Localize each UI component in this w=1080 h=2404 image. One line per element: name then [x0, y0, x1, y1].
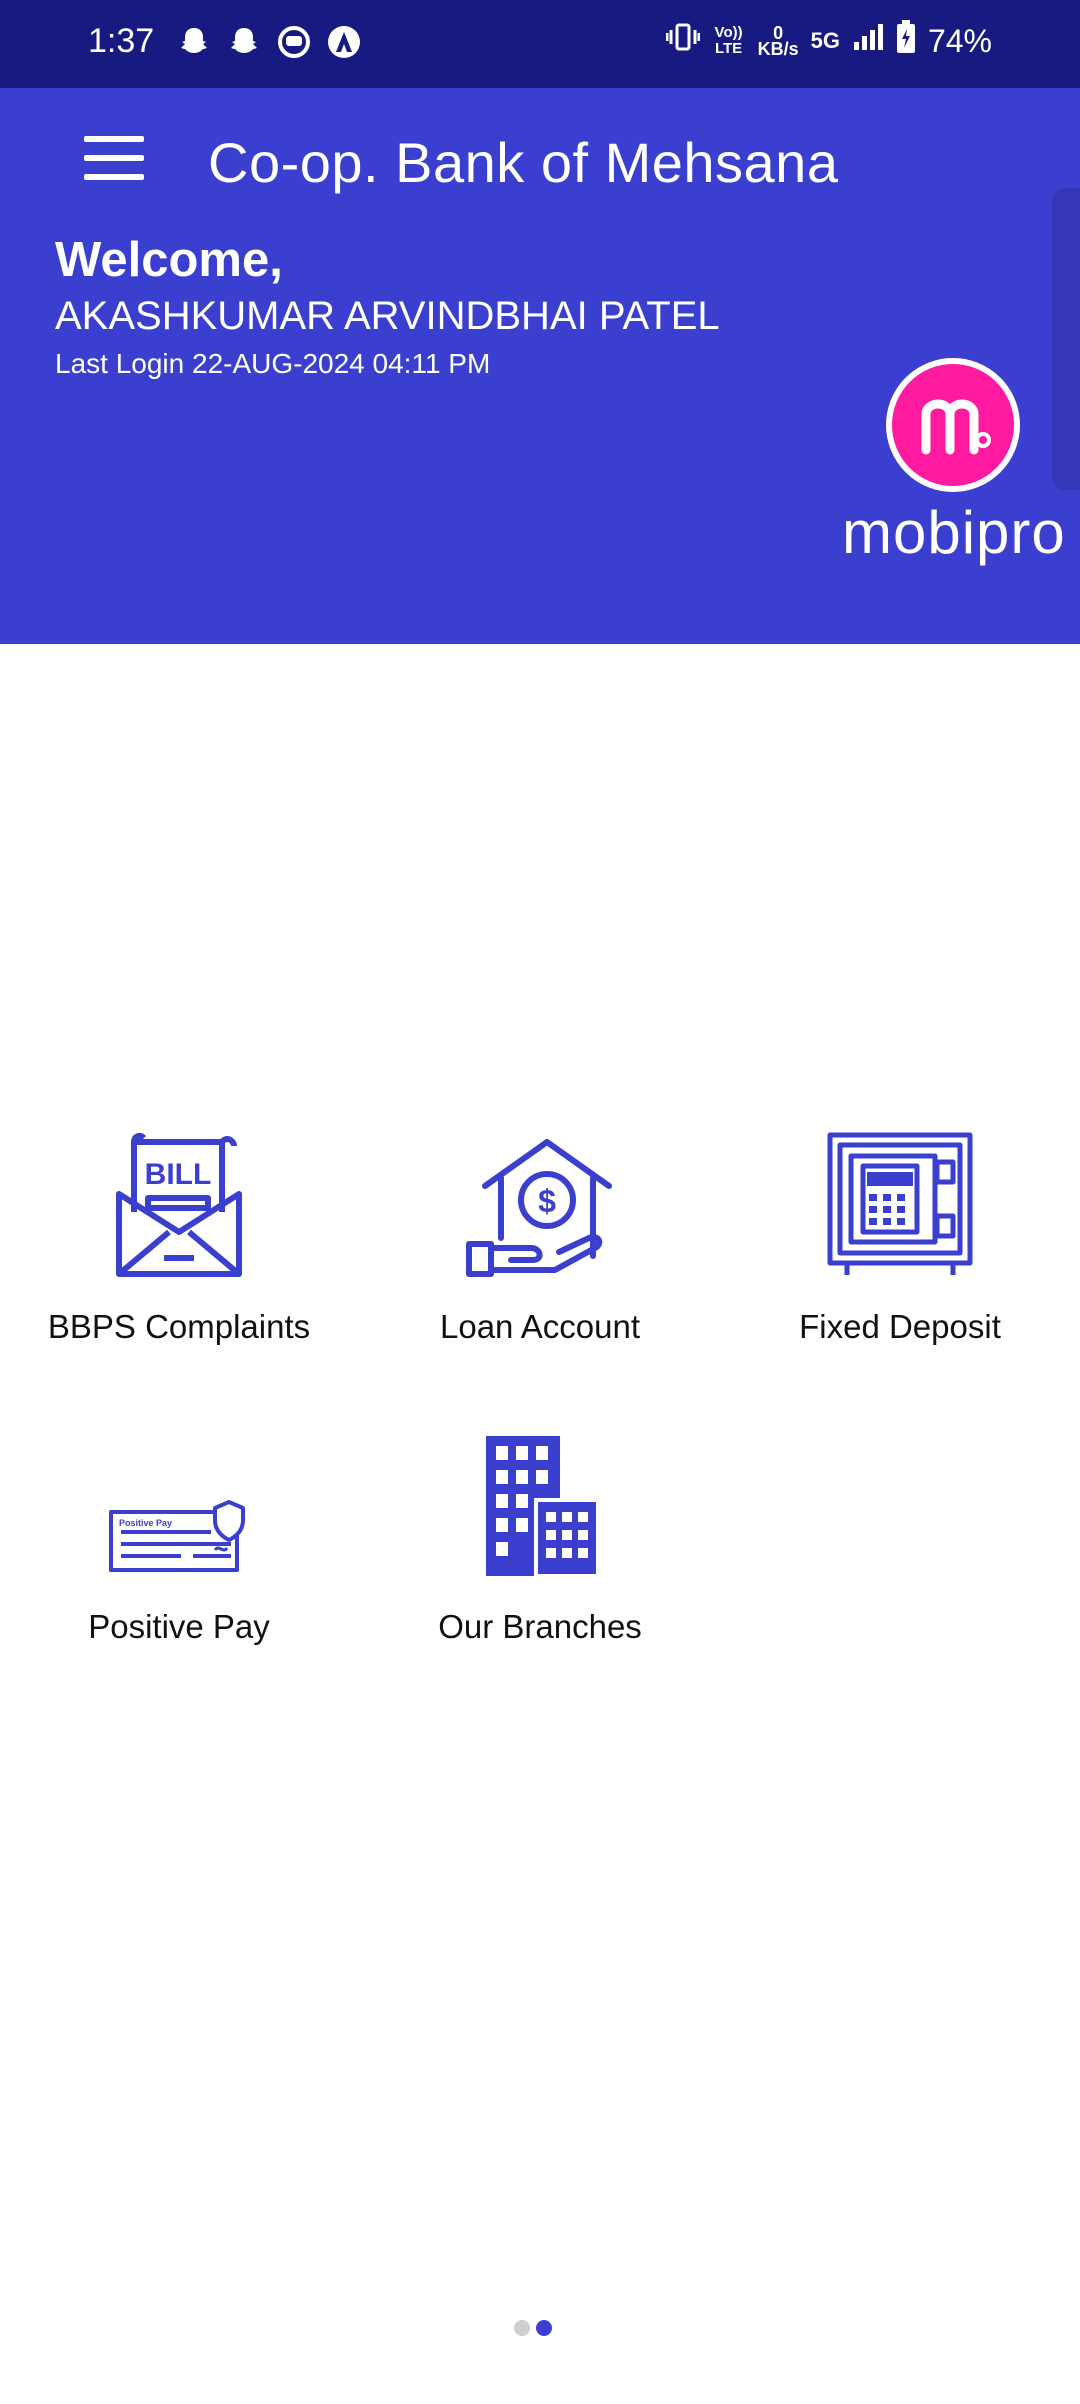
safe-locker-icon: [827, 1132, 973, 1275]
status-notification-icons: [176, 24, 362, 60]
data-rate-unit: KB/s: [757, 39, 799, 59]
vibrate-icon: [665, 22, 701, 60]
status-system-icons: Vo)) LTE 0 KB/s 5G 74%: [665, 20, 992, 62]
volte-indicator: Vo)) LTE: [714, 24, 743, 57]
status-bar: 1:37 Vo)) LTE 0 KB/s 5G 74%: [0, 0, 1080, 88]
cheque-shield-icon: Positive Pay: [109, 1500, 245, 1572]
last-login: Last Login 22-AUG-2024 04:11 PM: [55, 348, 491, 379]
menu-item-loan-account[interactable]: $ Loan Account: [375, 1128, 705, 1346]
snapchat-icon: [226, 24, 262, 60]
menu-item-label: BBPS Complaints: [47, 1308, 311, 1345]
buildings-icon: [486, 1436, 600, 1578]
menu-item-our-branches[interactable]: Our Branches: [375, 1428, 705, 1646]
status-time: 1:37: [88, 22, 155, 60]
menu-item-fixed-deposit[interactable]: Fixed Deposit: [735, 1128, 1065, 1346]
house-dollar-hand-icon: $: [466, 1139, 612, 1277]
signal-icon: [852, 22, 884, 60]
battery-percent: 74%: [927, 22, 992, 59]
menu-item-positive-pay[interactable]: Positive Pay Positive Pay: [14, 1428, 344, 1646]
svg-text:$: $: [538, 1183, 556, 1219]
assistant-icon: [326, 24, 362, 60]
edge-panel-handle[interactable]: [1052, 188, 1080, 490]
page-dot-2[interactable]: [536, 2320, 552, 2336]
user-name: AKASHKUMAR ARVINDBHAI PATEL: [55, 294, 720, 338]
page-dot-1[interactable]: [514, 2320, 530, 2336]
welcome-text: Welcome,: [55, 233, 283, 287]
menu-item-label: Fixed Deposit: [799, 1308, 1001, 1345]
menu-item-bbps-complaints[interactable]: BILL BBPS Complaints: [14, 1128, 344, 1346]
data-rate: 0 KB/s: [757, 24, 799, 59]
cheque-icon-text: Positive Pay: [119, 1518, 172, 1528]
header-banner: Co-op. Bank of Mehsana Welcome, AKASHKUM…: [0, 88, 1080, 644]
hamburger-menu-icon[interactable]: [84, 136, 144, 180]
network-type: 5G: [810, 28, 840, 53]
battery-icon: [896, 20, 916, 62]
logo-text: mobipro: [842, 499, 1066, 566]
snapchat-icon: [176, 24, 212, 60]
menu-item-label: Loan Account: [440, 1308, 640, 1345]
menu-item-label: Positive Pay: [88, 1608, 270, 1645]
menu-item-label: Our Branches: [438, 1608, 642, 1645]
bill-envelope-icon: BILL: [116, 1132, 242, 1277]
mobipro-logo-icon: [886, 358, 1020, 492]
bill-icon-text: BILL: [145, 1158, 212, 1191]
app-notification-icon: [276, 24, 312, 60]
page-indicator: [514, 2320, 552, 2336]
page-title: Co-op. Bank of Mehsana: [208, 131, 839, 194]
